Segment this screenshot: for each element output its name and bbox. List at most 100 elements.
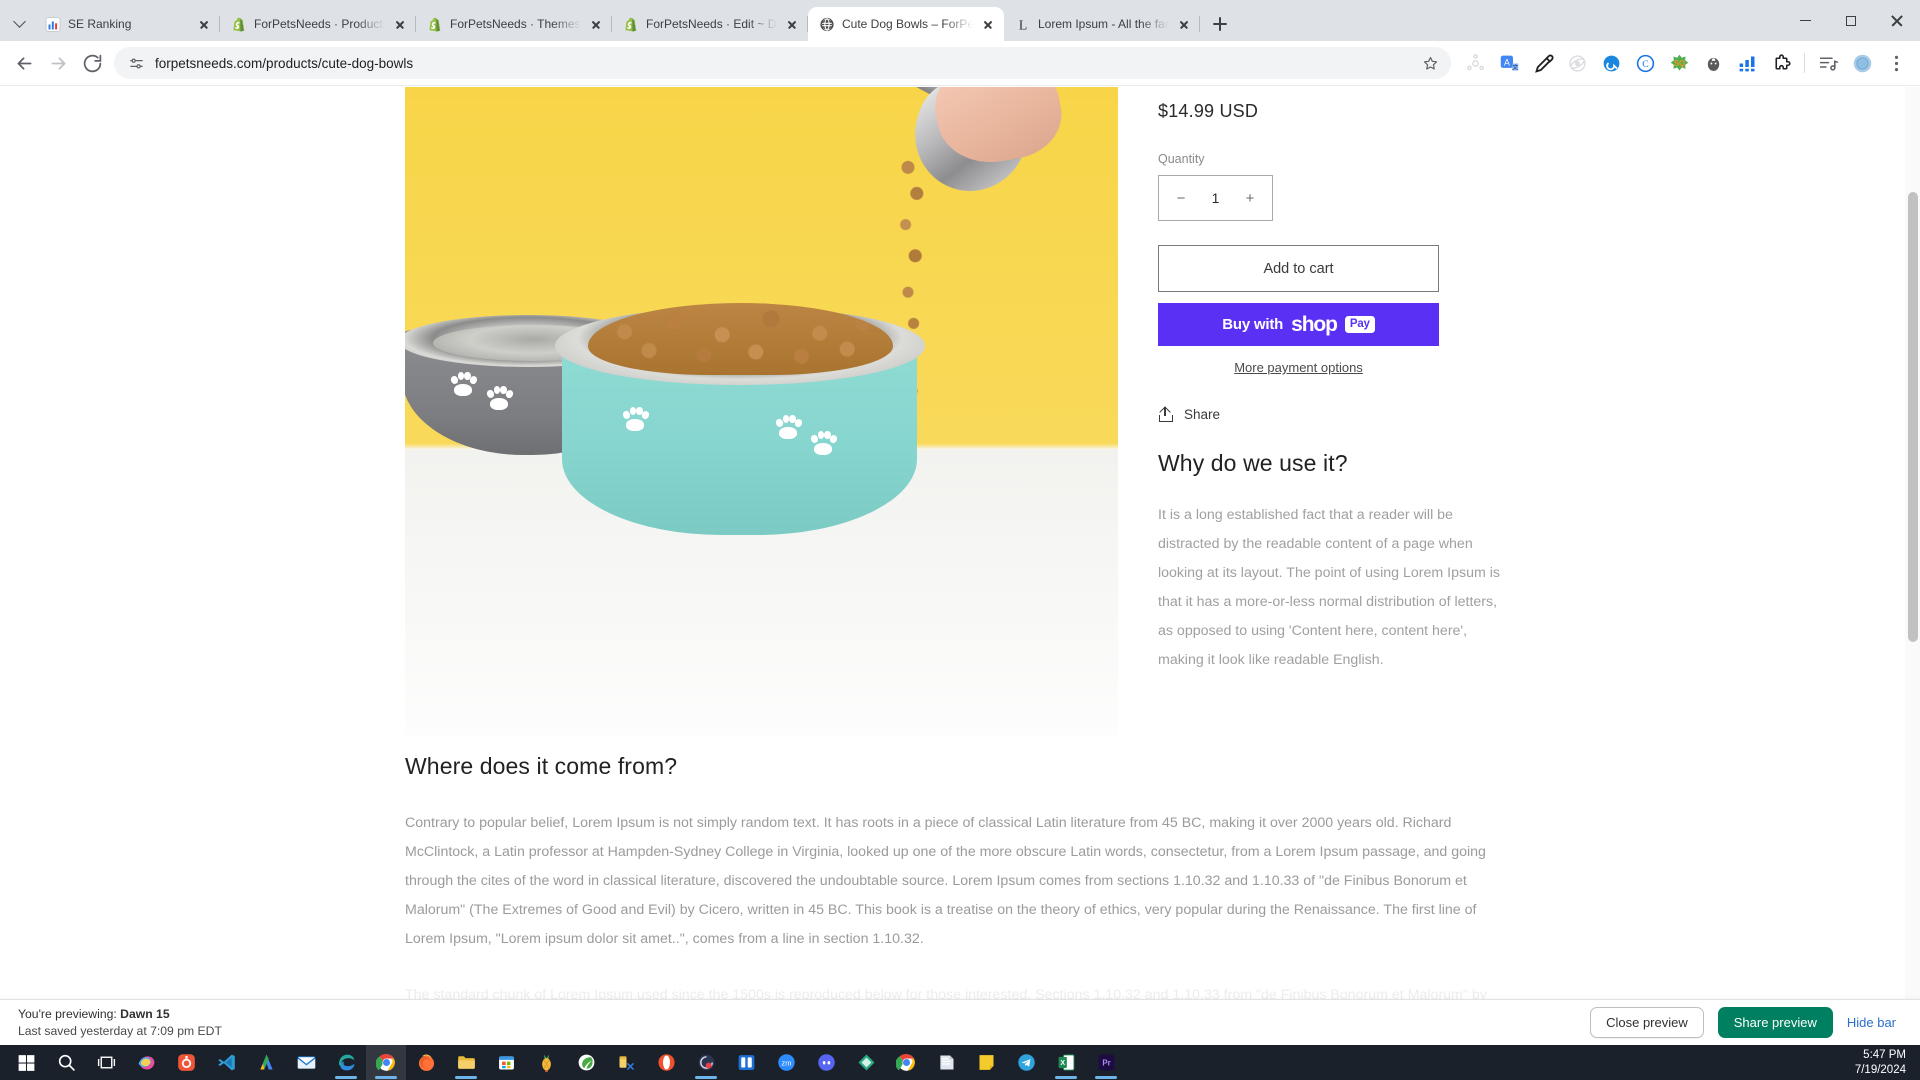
opera-button[interactable] bbox=[646, 1045, 686, 1080]
tab-forpetsneeds-products[interactable]: ForPetsNeeds · Products · Cute bbox=[220, 7, 416, 41]
svg-text:zm: zm bbox=[781, 1058, 791, 1067]
microsoft-store-button[interactable] bbox=[486, 1045, 526, 1080]
tab-forpetsneeds-edit[interactable]: ForPetsNeeds · Edit ~ Dawn 15 bbox=[612, 7, 808, 41]
shopify-inbox-button[interactable] bbox=[166, 1045, 206, 1080]
address-bar[interactable]: forpetsneeds.com/products/cute-dog-bowls bbox=[114, 47, 1451, 79]
quantity-stepper[interactable]: − 1 + bbox=[1158, 175, 1273, 221]
add-to-cart-button[interactable]: Add to cart bbox=[1158, 245, 1439, 292]
vscode-button[interactable] bbox=[206, 1045, 246, 1080]
shopify-icon bbox=[623, 16, 639, 32]
product-image[interactable] bbox=[405, 87, 1118, 735]
svg-text:文: 文 bbox=[1512, 63, 1518, 71]
shop-logo: shop bbox=[1291, 312, 1338, 336]
profile-button[interactable] bbox=[1846, 47, 1878, 79]
zoom-button[interactable]: zm bbox=[766, 1045, 806, 1080]
share-icon bbox=[1466, 53, 1484, 70]
sticky-notes-button[interactable] bbox=[966, 1045, 1006, 1080]
translate-extension-button[interactable]: A文 bbox=[1493, 47, 1525, 79]
tab-forpetsneeds-themes[interactable]: ForPetsNeeds · Themes · Shopif bbox=[416, 7, 612, 41]
eyedropper-icon bbox=[1534, 54, 1553, 73]
orbit-extension-button[interactable] bbox=[1561, 47, 1593, 79]
taskbar-search-button[interactable] bbox=[46, 1045, 86, 1080]
clock-date: 7/19/2024 bbox=[1854, 1063, 1906, 1076]
paw-print-icon bbox=[774, 415, 803, 439]
share-extension-button[interactable] bbox=[1459, 47, 1491, 79]
tab-lorem-ipsum[interactable]: L Lorem Ipsum - All the facts - Lip bbox=[1004, 7, 1200, 41]
quantity-input[interactable]: 1 bbox=[1212, 190, 1220, 206]
vscode-icon bbox=[217, 1054, 235, 1071]
copilot-button[interactable] bbox=[126, 1045, 166, 1080]
tab-cute-dog-bowls[interactable]: Cute Dog Bowls – ForPetsNeeds bbox=[808, 7, 1004, 41]
reading-list-button[interactable] bbox=[1812, 47, 1844, 79]
telegram-button[interactable] bbox=[1006, 1045, 1046, 1080]
extensions-button[interactable] bbox=[1765, 47, 1797, 79]
windows-start-button[interactable] bbox=[6, 1045, 46, 1080]
close-icon[interactable] bbox=[196, 16, 212, 32]
scrollbar-thumb[interactable] bbox=[1908, 192, 1918, 642]
discord-button[interactable] bbox=[806, 1045, 846, 1080]
bookmark-star-icon[interactable] bbox=[1422, 55, 1439, 72]
chrome-secondary-button[interactable] bbox=[886, 1045, 926, 1080]
record-button[interactable] bbox=[686, 1045, 726, 1080]
share-preview-button[interactable]: Share preview bbox=[1717, 1007, 1833, 1038]
analytics-extension-button[interactable] bbox=[1731, 47, 1763, 79]
reload-button[interactable] bbox=[76, 47, 108, 79]
google-ads-button[interactable] bbox=[246, 1045, 286, 1080]
chrome-menu-button[interactable] bbox=[1880, 47, 1912, 79]
product-info-column: $14.99 USD Quantity − 1 + Add to cart Bu… bbox=[1158, 87, 1503, 735]
edge-button[interactable] bbox=[326, 1045, 366, 1080]
close-preview-button[interactable]: Close preview bbox=[1590, 1007, 1704, 1038]
page-scrollbar[interactable] bbox=[1905, 87, 1920, 1039]
mail-button[interactable] bbox=[286, 1045, 326, 1080]
paw-print-icon bbox=[449, 372, 478, 396]
quantity-decrease-button[interactable]: − bbox=[1173, 191, 1189, 206]
reading-list-icon bbox=[1819, 56, 1838, 71]
leaf-button[interactable] bbox=[566, 1045, 606, 1080]
file-explorer-button[interactable] bbox=[446, 1045, 486, 1080]
sq-extension-button[interactable]: SQ bbox=[1663, 47, 1695, 79]
close-icon[interactable] bbox=[980, 16, 996, 32]
diamond-button[interactable] bbox=[846, 1045, 886, 1080]
translate-icon: A文 bbox=[1500, 55, 1518, 71]
clarity-extension-button[interactable] bbox=[1595, 47, 1627, 79]
notes-button[interactable] bbox=[926, 1045, 966, 1080]
quantity-increase-button[interactable]: + bbox=[1242, 191, 1258, 206]
reload-icon bbox=[83, 54, 101, 72]
chrome-button[interactable] bbox=[366, 1045, 406, 1080]
site-settings-icon[interactable] bbox=[128, 55, 145, 72]
premiere-button[interactable]: Pr bbox=[1086, 1045, 1126, 1080]
diamond-icon bbox=[857, 1054, 875, 1071]
tab-search-button[interactable] bbox=[4, 6, 34, 40]
quantity-label: Quantity bbox=[1158, 152, 1205, 166]
share-button[interactable]: Share bbox=[1158, 407, 1503, 422]
why-body: It is a long established fact that a rea… bbox=[1158, 507, 1500, 668]
back-icon bbox=[17, 56, 31, 70]
minimize-button[interactable] bbox=[1782, 0, 1828, 41]
pineapple-button[interactable] bbox=[526, 1045, 566, 1080]
tab-se-ranking[interactable]: SE Ranking bbox=[34, 7, 220, 41]
hide-bar-link[interactable]: Hide bar bbox=[1847, 1015, 1896, 1030]
close-icon[interactable] bbox=[1176, 16, 1192, 32]
close-window-button[interactable] bbox=[1874, 0, 1920, 41]
tab-title: ForPetsNeeds · Themes · Shopif bbox=[450, 17, 581, 31]
task-view-button[interactable] bbox=[86, 1045, 126, 1080]
back-button[interactable] bbox=[8, 47, 40, 79]
buy-with-shop-pay-button[interactable]: Buy with shop Pay bbox=[1158, 303, 1439, 346]
close-icon[interactable] bbox=[392, 16, 408, 32]
more-payment-options-link[interactable]: More payment options bbox=[1158, 360, 1439, 375]
excel-button[interactable]: X bbox=[1046, 1045, 1086, 1080]
badger-extension-button[interactable] bbox=[1697, 47, 1729, 79]
windows-taskbar: zm X Pr 5:47 PM 7/19/2024 bbox=[0, 1045, 1920, 1080]
close-icon[interactable] bbox=[784, 16, 800, 32]
new-tab-button[interactable] bbox=[1206, 10, 1234, 38]
firefox-button[interactable] bbox=[406, 1045, 446, 1080]
eyedropper-extension-button[interactable] bbox=[1527, 47, 1559, 79]
trello-button[interactable] bbox=[726, 1045, 766, 1080]
copyright-extension-button[interactable]: C bbox=[1629, 47, 1661, 79]
forward-button[interactable] bbox=[42, 47, 74, 79]
close-icon[interactable] bbox=[588, 16, 604, 32]
taskbar-clock[interactable]: 5:47 PM 7/19/2024 bbox=[1855, 1048, 1920, 1078]
premiere-icon: Pr bbox=[1097, 1054, 1115, 1071]
maximize-button[interactable] bbox=[1828, 0, 1874, 41]
champagne-button[interactable] bbox=[606, 1045, 646, 1080]
